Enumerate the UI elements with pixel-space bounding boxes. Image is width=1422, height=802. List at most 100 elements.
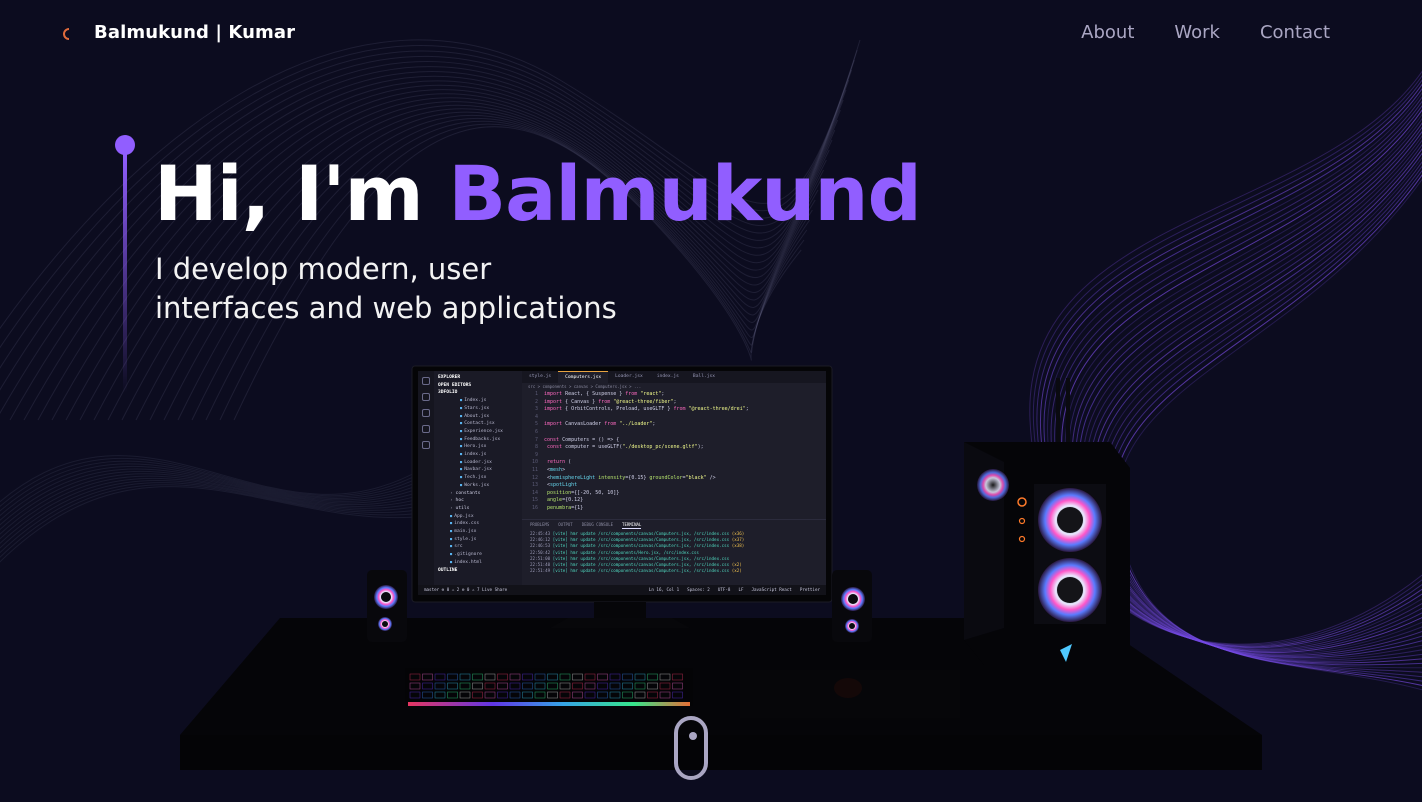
hero-name: Balmukund: [448, 149, 922, 238]
keyboard-key: [484, 673, 496, 681]
keyboard-key: [509, 673, 521, 681]
explorer-file: index.js: [438, 451, 522, 459]
keyboard-key: [559, 691, 571, 699]
keyboard-key: [472, 682, 483, 690]
keyboard-key: [484, 682, 496, 690]
keyboard-key: [609, 691, 621, 699]
nav-link-about[interactable]: About: [1081, 22, 1134, 43]
keyboard-key: [459, 673, 471, 681]
editor-tab: Loader.jsx: [615, 374, 643, 379]
hero-subtitle: I develop modern, user interfaces and we…: [155, 250, 715, 328]
keyboard-key: [547, 673, 558, 681]
code-line: 12 <hemisphereLight intensity={0.15} gro…: [531, 474, 716, 481]
keyboard-key: [647, 673, 658, 681]
keyboard-key: [584, 691, 596, 699]
explorer-project: 3DFOLIO: [438, 390, 458, 396]
explorer-file: Navbar.jsx: [438, 466, 522, 474]
keyboard-key: [634, 682, 646, 690]
code-line: 16 penumbra={1}: [531, 504, 584, 511]
keyboard-key: [472, 673, 483, 681]
explorer-root-files: App.jsxindex.cssmain.jsxstyle.jssrc.giti…: [438, 513, 522, 567]
code-line: 8 const computer = useGLTF("./desktop_pc…: [534, 444, 704, 451]
keyboard-key: [422, 673, 433, 681]
explorer-header: EXPLORER: [438, 375, 461, 380]
status-right: Ln 16, Col 1 Spaces: 2 UTF-8 LF JavaScript R…: [649, 585, 826, 595]
keyboard-key: [534, 682, 546, 690]
explorer-file: Feedbacks.jsx: [438, 436, 522, 444]
status-item: UTF-8: [717, 587, 731, 592]
brand-name[interactable]: Balmukund | Kumar: [94, 22, 295, 43]
right-speaker: [832, 570, 872, 642]
explorer-file: Hero.jsx: [438, 443, 522, 451]
keyboard-key: [409, 691, 421, 699]
hero-subtitle-line1: I develop modern, user: [155, 252, 492, 286]
keyboard-key: [659, 673, 671, 681]
editor-explorer: EXPLORER OPEN EDITORS 3DFOLIO Index.jsSt…: [434, 371, 522, 585]
code-line: 13 <spotLight: [531, 482, 578, 489]
keyboard-key: [447, 673, 458, 681]
mouse-pad: [740, 670, 960, 718]
keyboard-key: [647, 682, 658, 690]
nav-link-contact[interactable]: Contact: [1260, 22, 1330, 43]
code-line: 1 import React, { Suspense } from "react"…: [534, 391, 665, 397]
status-item: Prettier: [799, 587, 820, 592]
explorer-root-file: src: [438, 543, 522, 551]
logo-icon[interactable]: [60, 26, 74, 42]
keyboard-key: [572, 682, 583, 690]
editor-breadcrumb: src > components > canvas > Computers.js…: [528, 384, 642, 389]
keyboard-key: [672, 682, 683, 690]
top-navbar: Balmukund | Kumar About Work Contact: [0, 0, 1422, 68]
explorer-folder: hoc: [438, 497, 522, 505]
panel-tab: DEBUG CONSOLE: [581, 522, 614, 527]
hero-subtitle-line2: interfaces and web applications: [155, 291, 617, 325]
keyboard-key: [672, 691, 683, 699]
keyboard-key: [522, 682, 533, 690]
code-line: 2 import { Canvas } from "@react-three/fi…: [534, 398, 677, 405]
explorer-file: Stars.jsx: [438, 405, 522, 413]
status-item: LF: [738, 587, 744, 592]
extensions-icon: [422, 441, 430, 449]
hero-accent-dot: [115, 135, 135, 155]
keyboard-key: [559, 673, 571, 681]
explorer-file-list: Index.jsStars.jsxAbout.jsxContact.jsxExp…: [438, 397, 522, 489]
editor-tab: style.js: [529, 374, 552, 379]
keyboard-key: [509, 691, 521, 699]
explorer-open-editors: OPEN EDITORS: [438, 382, 472, 388]
keyboard-key: [609, 673, 621, 681]
nav-link-work[interactable]: Work: [1174, 22, 1220, 43]
nav-links: About Work Contact: [1081, 22, 1330, 43]
scroll-indicator[interactable]: [674, 716, 708, 780]
keyboard-key: [659, 682, 671, 690]
terminal-line: 22:51:49 [vite] hmr update /src/componen…: [530, 568, 742, 574]
keyboard-key: [647, 691, 658, 699]
keyboard-key: [584, 673, 596, 681]
keyboard-key: [497, 673, 508, 681]
keyboard-key: [497, 682, 508, 690]
code-line: 14 position={[-20, 50, 10]}: [531, 489, 620, 496]
monitor-screen: EXPLORER OPEN EDITORS 3DFOLIO Index.jsSt…: [418, 371, 826, 595]
keyboard: [405, 668, 693, 706]
explorer-root-file: index.html: [438, 559, 522, 567]
keyboard-key: [409, 682, 421, 690]
explorer-file: Loader.jsx: [438, 459, 522, 467]
keyboard-key: [434, 691, 446, 699]
keyboard-key: [597, 673, 608, 681]
pc-tower: [964, 378, 1130, 665]
keyboard-key: [609, 682, 621, 690]
debug-icon: [422, 425, 430, 433]
keyboard-key: [634, 673, 646, 681]
hero-accent-bar: [123, 153, 127, 393]
status-item: JavaScript React: [751, 587, 792, 592]
keyboard-key: [522, 691, 533, 699]
explorer-file: Experience.jsx: [438, 428, 522, 436]
keyboard-key: [622, 682, 633, 690]
editor-tab: index.js: [656, 374, 679, 379]
code-line: 15 angle={0.12}: [531, 497, 584, 504]
keyboard-key: [422, 691, 433, 699]
keyboard-key: [434, 682, 446, 690]
scroll-indicator-dot: [689, 732, 697, 740]
keyboard-key: [434, 673, 446, 681]
keyboard-key: [622, 691, 633, 699]
keyboard-key: [497, 691, 508, 699]
keyboard-key: [622, 673, 633, 681]
